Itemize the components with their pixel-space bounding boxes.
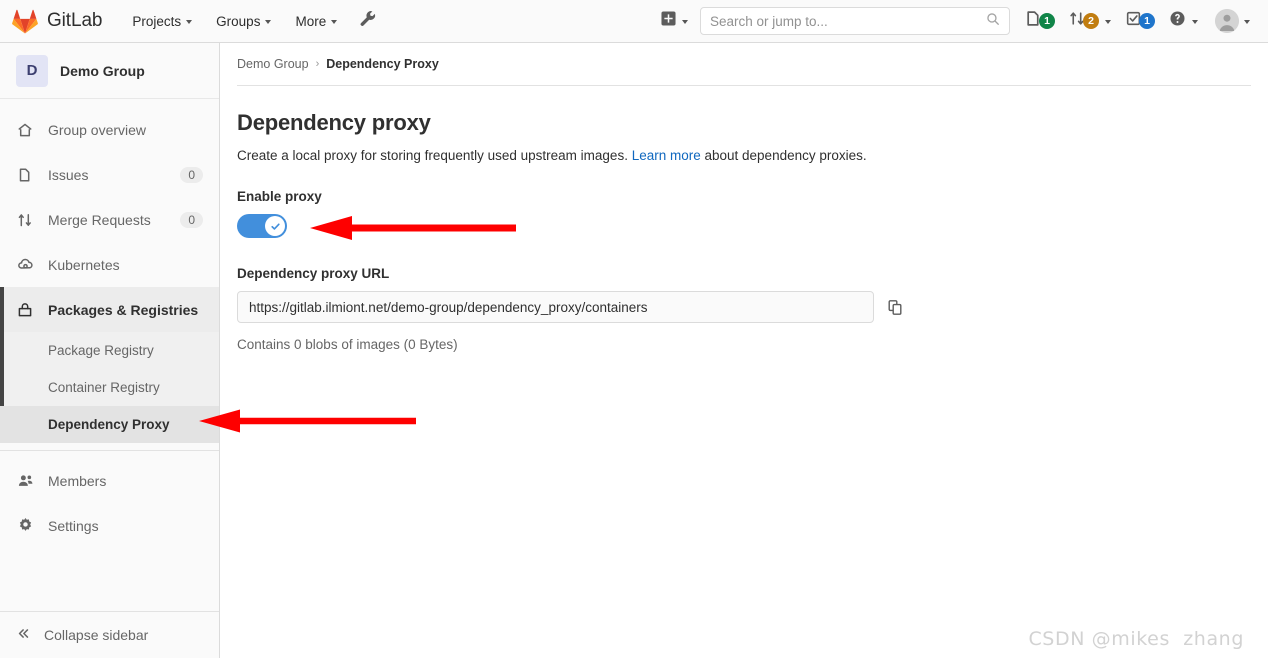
breadcrumb: Demo Group › Dependency Proxy [220, 43, 1268, 71]
sidebar-item-settings[interactable]: Settings [0, 503, 219, 548]
sidebar-item-package-registry-label: Package Registry [48, 343, 154, 358]
gear-icon [16, 517, 34, 534]
gitlab-logo-icon [12, 9, 38, 34]
sidebar-item-merge-requests-count: 0 [180, 211, 203, 228]
main-content: Demo Group › Dependency Proxy Dependency… [220, 43, 1268, 658]
dependency-proxy-panel: Dependency proxy Create a local proxy fo… [220, 86, 1268, 352]
page-description-text-after: about dependency proxies. [700, 148, 867, 163]
sidebar-item-merge-requests-label: Merge Requests [48, 211, 151, 228]
blob-count-info: Contains 0 blobs of images (0 Bytes) [237, 337, 458, 352]
user-menu-button[interactable] [1205, 0, 1258, 43]
plus-square-icon [661, 11, 676, 31]
todos-badge: 1 [1139, 13, 1155, 29]
dependency-proxy-url-input[interactable] [237, 291, 874, 323]
sidebar-item-members-label: Members [48, 472, 107, 489]
sidebar-item-kubernetes-label: Kubernetes [48, 256, 120, 273]
nav-link-groups-label: Groups [216, 13, 261, 29]
search-icon [986, 12, 1000, 31]
sidebar-item-issues-label: Issues [48, 166, 89, 183]
nav-link-groups[interactable]: Groups [204, 0, 283, 43]
collapse-sidebar-label: Collapse sidebar [44, 627, 149, 643]
breadcrumb-separator: › [315, 58, 320, 70]
enable-proxy-row [237, 214, 1251, 238]
sidebar-item-settings-label: Settings [48, 517, 99, 534]
top-nav-right: 1 2 1 [651, 0, 1268, 43]
chevron-down-icon [1192, 20, 1198, 24]
merge-requests-nav-button[interactable]: 2 [1062, 0, 1118, 43]
sidebar-item-container-registry[interactable]: Container Registry [0, 369, 219, 406]
top-nav-links: Projects Groups More [120, 0, 385, 43]
gitlab-brand-name: GitLab [47, 10, 103, 31]
sidebar-item-packages-and-registries-label: Packages & Registries [48, 301, 199, 318]
chevron-down-icon [1244, 20, 1250, 24]
page-description-text-before: Create a local proxy for storing frequen… [237, 148, 632, 163]
page-description: Create a local proxy for storing frequen… [237, 148, 1251, 163]
create-new-button[interactable] [651, 0, 698, 43]
sidebar-item-dependency-proxy[interactable]: Dependency Proxy [0, 406, 219, 443]
toggle-knob [265, 216, 285, 236]
nav-link-more[interactable]: More [283, 0, 349, 43]
sidebar-item-packages-and-registries[interactable]: Packages & Registries [0, 287, 219, 332]
package-icon [16, 302, 34, 318]
chevron-down-icon [1105, 20, 1111, 24]
page-title: Dependency proxy [237, 110, 431, 135]
double-chevron-left-icon [16, 626, 31, 644]
sidebar-item-group-overview-label: Group overview [48, 121, 147, 138]
search-input[interactable] [710, 13, 986, 29]
dependency-proxy-url-row [237, 291, 1251, 323]
chevron-down-icon [186, 20, 193, 24]
nav-link-more-label: More [295, 13, 327, 29]
sidebar-item-members[interactable]: Members [0, 458, 219, 503]
chevron-down-icon [265, 20, 272, 24]
sidebar-item-group-overview[interactable]: Group overview [0, 107, 219, 152]
sidebar-subnav-packages: Package Registry Container Registry Depe… [0, 332, 219, 443]
sidebar-item-merge-requests[interactable]: Merge Requests 0 [0, 197, 219, 242]
group-name-label: Demo Group [60, 62, 145, 79]
sidebar: D Demo Group Group overview Issues 0 Mer… [0, 43, 220, 658]
copy-to-clipboard-icon[interactable] [885, 295, 905, 319]
gitlab-brand[interactable]: GitLab [0, 0, 120, 43]
sidebar-item-issues[interactable]: Issues 0 [0, 152, 219, 197]
watermark: CSDN @mikes zhang [1028, 628, 1244, 650]
todos-nav-button[interactable]: 1 [1118, 0, 1162, 43]
group-avatar: D [16, 54, 48, 87]
check-icon [270, 222, 280, 230]
search-box[interactable] [700, 7, 1010, 35]
sidebar-item-container-registry-label: Container Registry [48, 380, 160, 395]
sidebar-divider [0, 450, 219, 451]
chevron-down-icon [331, 20, 338, 24]
top-navigation-bar: GitLab Projects Groups More Search or ju… [0, 0, 1268, 43]
sidebar-item-kubernetes[interactable]: Kubernetes [0, 242, 219, 287]
sidebar-group-header[interactable]: D Demo Group [0, 43, 219, 99]
help-nav-button[interactable] [1162, 0, 1205, 43]
help-icon [1169, 10, 1186, 32]
home-icon [16, 122, 34, 138]
merge-requests-icon [16, 212, 34, 228]
issues-icon [16, 167, 34, 183]
learn-more-link[interactable]: Learn more [632, 148, 701, 163]
sidebar-item-package-registry[interactable]: Package Registry [0, 332, 219, 369]
members-icon [16, 472, 34, 489]
kubernetes-icon [16, 256, 34, 273]
dependency-proxy-url-label: Dependency proxy URL [237, 266, 390, 281]
issues-badge: 1 [1039, 13, 1055, 29]
enable-proxy-label: Enable proxy [237, 189, 322, 204]
enable-proxy-toggle[interactable] [237, 214, 287, 238]
nav-link-projects-label: Projects [132, 13, 182, 29]
collapse-sidebar-button[interactable]: Collapse sidebar [0, 611, 219, 658]
breadcrumb-current: Dependency Proxy [326, 57, 439, 71]
user-avatar-icon [1215, 9, 1239, 33]
chevron-down-icon [682, 20, 688, 24]
sidebar-item-dependency-proxy-label: Dependency Proxy [48, 417, 170, 432]
sidebar-nav-items: Group overview Issues 0 Merge Requests 0 [0, 99, 219, 548]
merge-requests-badge: 2 [1083, 13, 1099, 29]
breadcrumb-parent[interactable]: Demo Group [237, 57, 309, 71]
sidebar-item-issues-count: 0 [180, 166, 203, 183]
issues-nav-button[interactable]: 1 [1018, 0, 1062, 43]
admin-area-button[interactable] [349, 0, 385, 43]
wrench-icon [359, 10, 376, 32]
nav-link-projects[interactable]: Projects [120, 0, 204, 43]
